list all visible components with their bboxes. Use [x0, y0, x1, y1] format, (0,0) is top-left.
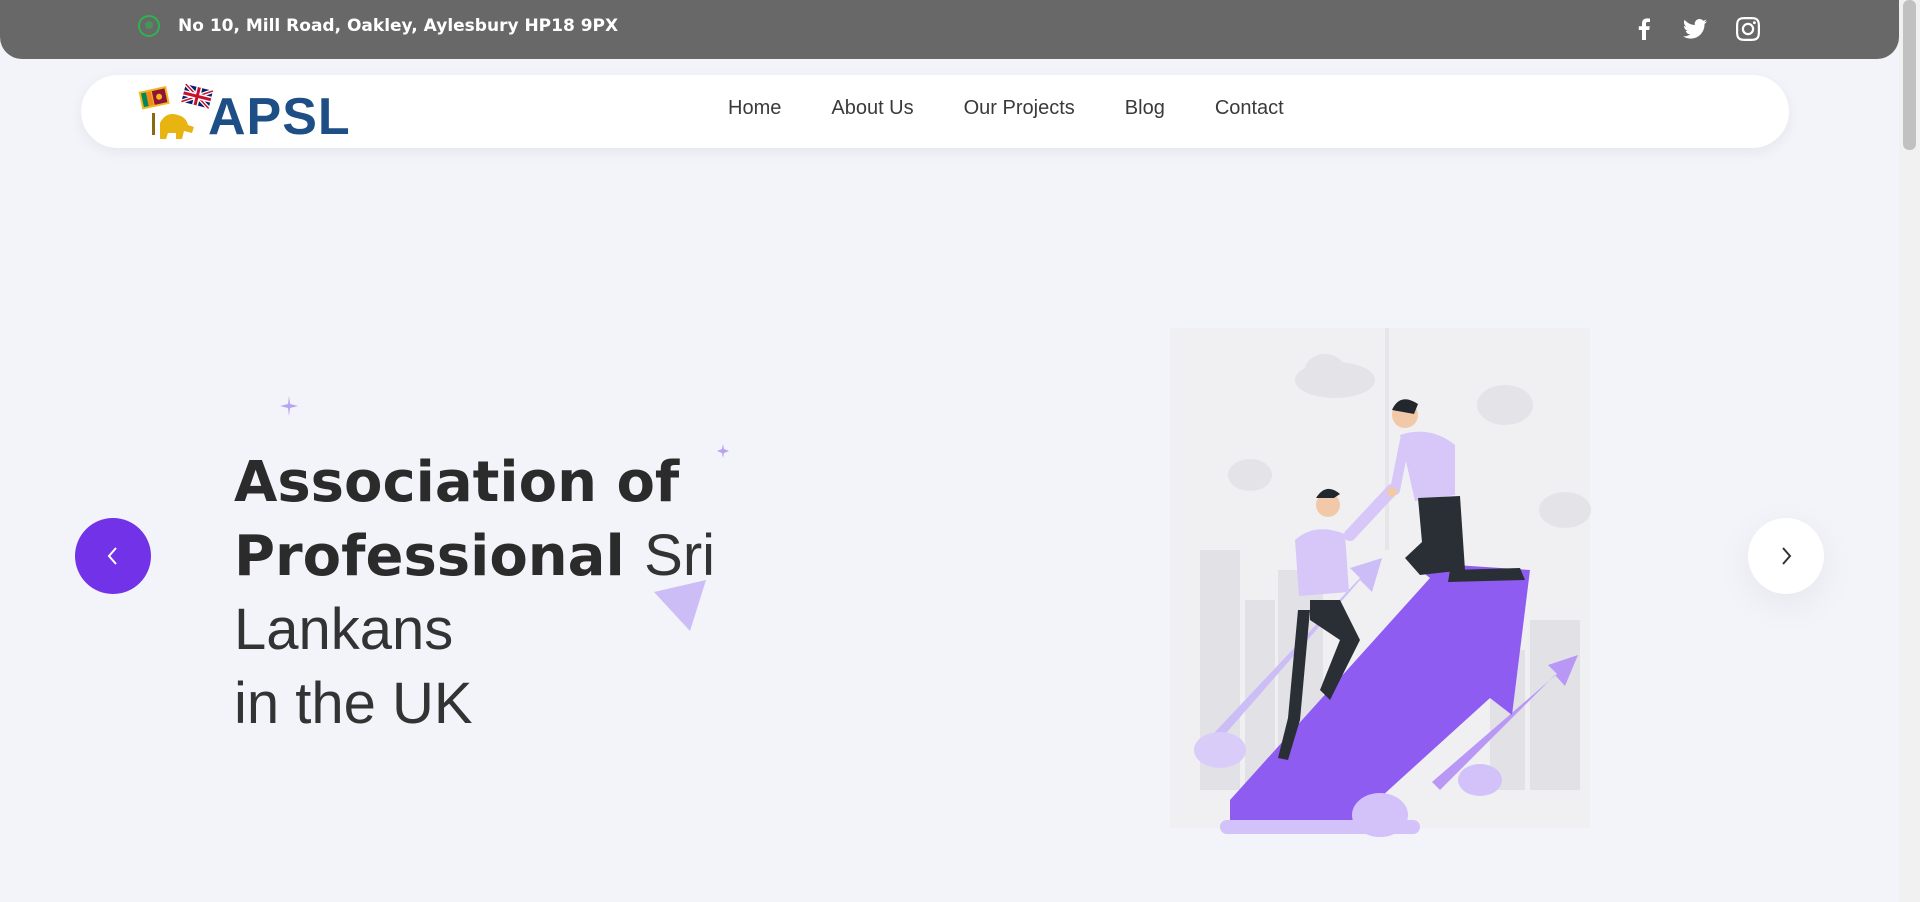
main-navbar: APSL Home About Us Our Projects Blog Con…: [81, 75, 1789, 148]
twitter-icon[interactable]: [1680, 14, 1710, 44]
flags-emblem-icon: [138, 82, 214, 139]
nav-menu: Home About Us Our Projects Blog Contact: [728, 97, 1334, 120]
page-scrollbar[interactable]: [1899, 0, 1920, 902]
hero-title-bold-1: Association of: [234, 450, 680, 515]
hero-title-bold-2: Professional: [234, 524, 625, 589]
sparkle-decoration-icon: [280, 396, 298, 416]
address-text: No 10, Mill Road, Oakley, Aylesbury HP18…: [178, 16, 619, 36]
brand-logo[interactable]: APSL: [138, 81, 358, 146]
facebook-icon[interactable]: [1629, 14, 1659, 44]
instagram-icon[interactable]: [1733, 14, 1763, 44]
slider-next-button[interactable]: [1748, 518, 1824, 594]
hero-title: Association of Professional Sri Lankans …: [234, 446, 914, 741]
slider-prev-button[interactable]: [75, 518, 151, 594]
map-pin-icon: [138, 15, 160, 37]
nav-item-our-projects[interactable]: Our Projects: [964, 97, 1075, 120]
brand-name: APSL: [208, 88, 351, 146]
nav-item-blog[interactable]: Blog: [1125, 97, 1165, 120]
hero-title-light-2: in the UK: [234, 671, 473, 736]
nav-item-contact[interactable]: Contact: [1215, 97, 1284, 120]
scrollbar-thumb[interactable]: [1903, 0, 1916, 150]
nav-item-home[interactable]: Home: [728, 97, 781, 120]
nav-item-about-us[interactable]: About Us: [831, 97, 913, 120]
chevron-right-icon: [1782, 547, 1792, 565]
top-info-bar: No 10, Mill Road, Oakley, Aylesbury HP18…: [0, 0, 1899, 59]
teamwork-growth-illustration: [1170, 328, 1591, 837]
chevron-left-icon: [107, 547, 117, 565]
